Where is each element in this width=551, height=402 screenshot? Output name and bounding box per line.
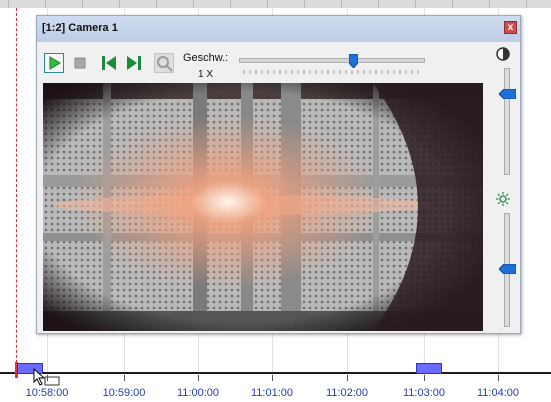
contrast-slider-thumb[interactable]	[499, 89, 516, 100]
zoom-button[interactable]	[154, 53, 174, 73]
timeline-tick	[124, 375, 125, 381]
timeline-label: 10:58:00	[25, 387, 69, 399]
speed-slider-track[interactable]	[239, 58, 425, 63]
ruler-tick	[156, 0, 157, 8]
stop-button[interactable]	[70, 53, 90, 73]
skip-forward-button[interactable]	[124, 53, 144, 73]
ruler-tick	[8, 0, 9, 8]
ruler-tick	[415, 0, 416, 8]
ruler-tick	[341, 0, 342, 8]
contrast-icon	[496, 47, 510, 61]
timeline-label: 11:03:00	[402, 387, 445, 399]
timeline-axis	[0, 372, 551, 374]
play-button[interactable]	[44, 53, 64, 73]
ruler-tick	[45, 0, 46, 8]
timeline-label: 11:00:00	[176, 387, 219, 399]
stop-icon	[74, 57, 86, 69]
ruler-tick	[526, 0, 527, 8]
ruler-tick	[452, 0, 453, 8]
recording-segment[interactable]	[416, 363, 442, 374]
timeline-tick	[272, 375, 273, 381]
ruler-tick	[230, 0, 231, 8]
skip-forward-icon	[127, 56, 141, 70]
timeline-tick	[47, 375, 48, 381]
timeline-label: 11:02:00	[325, 387, 368, 399]
ruler-tick	[489, 0, 490, 8]
ruler-tick	[82, 0, 83, 8]
timeline-tick	[347, 375, 348, 381]
timeline-label: 11:04:00	[476, 387, 519, 399]
ruler-tick	[193, 0, 194, 8]
ruler-tick	[267, 0, 268, 8]
camera-video-feed[interactable]	[43, 83, 483, 331]
window-titlebar[interactable]: [1:2] Camera 1 x	[37, 16, 520, 42]
zoom-icon	[157, 56, 173, 72]
ruler-tick	[378, 0, 379, 8]
skip-back-button[interactable]	[99, 53, 119, 73]
timeline-label: 10:59:00	[102, 387, 146, 399]
close-button[interactable]: x	[504, 21, 517, 34]
playhead-line	[16, 8, 17, 378]
contrast-slider-track[interactable]	[504, 68, 510, 175]
timeline-tick	[198, 375, 199, 381]
window-title: [1:2] Camera 1	[42, 22, 118, 34]
speed-slider-thumb[interactable]	[349, 54, 359, 68]
timeline-tick	[424, 375, 425, 381]
speed-value: 1 X	[198, 69, 214, 80]
speed-scale	[243, 70, 419, 74]
ruler-tick	[119, 0, 120, 8]
play-icon	[49, 56, 61, 70]
top-ruler	[0, 0, 551, 8]
speed-label: Geschw.:	[183, 52, 229, 64]
timeline-label: 11:01:00	[250, 387, 293, 399]
brightness-slider-thumb[interactable]	[499, 264, 516, 274]
ruler-tick	[304, 0, 305, 8]
timeline-tick	[498, 375, 499, 381]
camera-frame-image	[43, 83, 483, 331]
skip-back-icon	[102, 56, 116, 70]
camera-window[interactable]: [1:2] Camera 1 x Geschw.: 1 X	[36, 15, 521, 334]
brightness-icon	[496, 192, 510, 206]
